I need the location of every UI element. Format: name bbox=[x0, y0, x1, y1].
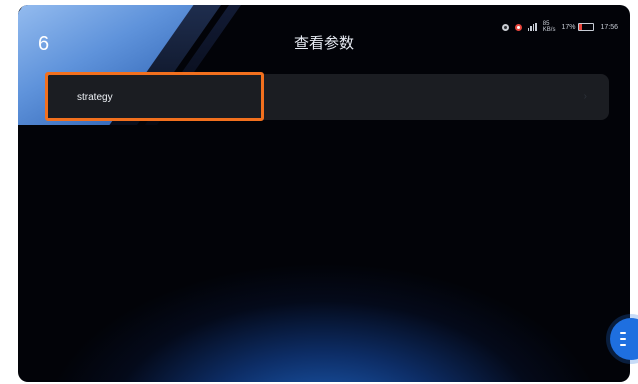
page-title: 查看参数 bbox=[293, 34, 354, 52]
chevron-right-icon: › bbox=[583, 91, 587, 102]
location-icon bbox=[514, 23, 522, 31]
network-speed: 85 KB/s bbox=[543, 21, 556, 33]
status-bar: 85 KB/s 17% 17:56 bbox=[501, 19, 618, 35]
app-screen: 6 查看参数 85 KB/s 17% 17:56 strategy › bbox=[18, 5, 630, 382]
battery-level bbox=[579, 24, 582, 30]
highlight-box bbox=[45, 72, 264, 121]
network-speed-unit: KB/s bbox=[542, 27, 556, 33]
battery-percent: 17% bbox=[561, 23, 576, 31]
battery-icon bbox=[578, 23, 595, 31]
signal-icon bbox=[527, 23, 537, 31]
battery: 17% bbox=[561, 23, 595, 31]
clock: 17:56 bbox=[600, 23, 618, 31]
tutorial-frame: 6 查看参数 85 KB/s 17% 17:56 strategy › bbox=[0, 0, 638, 384]
menu-icon bbox=[620, 332, 626, 346]
notification-icon bbox=[501, 23, 509, 31]
